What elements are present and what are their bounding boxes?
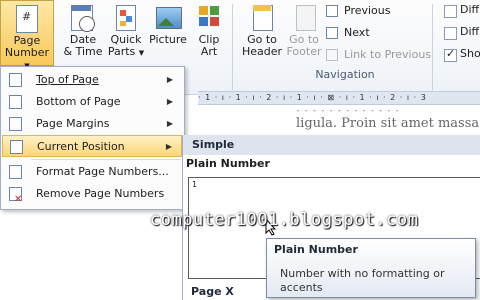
menu-item-label: Remove Page Numbers [36, 187, 165, 200]
previous-icon [326, 5, 338, 17]
show-document-text-checkbox[interactable]: ✓ [444, 47, 457, 62]
document-text: ligula. Proin sit amet massa at [296, 116, 480, 131]
clip-art-label-2: Art [200, 45, 218, 58]
go-to-footer-label-2: Footer [286, 45, 322, 58]
next-label: Next [344, 26, 370, 39]
dropdown-arrow-icon: ▼ [138, 49, 145, 57]
different-odd-even-checkbox[interactable] [444, 27, 457, 40]
red-x-icon: ✕ [14, 194, 23, 205]
group-separator [432, 4, 433, 90]
menu-item-top-of-page[interactable]: Top of Page ▶ [2, 69, 182, 91]
option-label: Diff [460, 25, 480, 38]
quick-parts-icon [112, 4, 140, 32]
clip-art-icon [195, 4, 223, 32]
check-mark-icon: ✓ [446, 47, 456, 60]
tooltip-title: Plain Number [274, 243, 358, 256]
page-bottom-icon [9, 95, 22, 109]
go-to-header-button[interactable]: Go to Header [240, 0, 284, 66]
go-to-header-label-2: Header [241, 45, 283, 58]
link-to-previous-label: Link to Previous [344, 48, 432, 61]
navigation-group-label: Navigation [315, 68, 375, 81]
date-time-label-2: & Time [63, 45, 103, 58]
page-number-button[interactable]: # Page Number ▼ [0, 0, 54, 70]
picture-icon [154, 4, 182, 32]
menu-item-page-margins[interactable]: Page Margins ▶ [2, 113, 182, 135]
horizontal-ruler[interactable]: · 1 · ı · 1 · ı · 2 · ı · 1 · ı · ⊠ · ı … [198, 91, 480, 105]
preview-page-number: 1 [192, 180, 198, 189]
watermark: computer1001.blogspot.com [150, 210, 419, 230]
option-label: Show [460, 47, 480, 60]
group-separator [232, 4, 233, 90]
menu-item-label: Page Margins [36, 117, 110, 130]
footer-icon [290, 4, 318, 32]
menu-item-bottom-of-page[interactable]: Bottom of Page ▶ [2, 91, 182, 113]
option-label: Diff [460, 3, 480, 16]
current-position-icon [10, 140, 23, 154]
menu-item-label: Current Position [37, 140, 125, 153]
menu-item-label: Top of Page [36, 73, 99, 86]
page-margins-icon [9, 117, 22, 131]
tooltip-text: Number with no formatting or [280, 267, 445, 280]
gallery-section-simple: Simple [183, 135, 480, 155]
previous-label: Previous [344, 4, 391, 17]
menu-item-label: Format Page Numbers... [36, 165, 169, 178]
submenu-arrow-icon: ▶ [165, 142, 172, 151]
tooltip-text-2: accents [280, 281, 323, 294]
tooltip: Plain Number Number with no formatting o… [266, 238, 476, 298]
submenu-arrow-icon: ▶ [166, 75, 173, 84]
menu-item-current-position[interactable]: Current Position ▶ [2, 135, 182, 157]
go-to-footer-button[interactable]: Go to Footer [284, 0, 324, 66]
menu-item-format-page-numbers[interactable]: Format Page Numbers... [2, 161, 182, 183]
menu-item-label: Bottom of Page [36, 95, 121, 108]
clip-art-button[interactable]: Clip Art [190, 0, 228, 66]
picture-button[interactable]: Picture [148, 0, 188, 66]
link-icon [326, 49, 338, 61]
menu-separator [31, 159, 181, 160]
page-number-icon: # [13, 5, 41, 33]
page-number-label-2: Number [4, 46, 50, 59]
different-first-page-checkbox[interactable] [444, 5, 457, 18]
date-time-button[interactable]: Date & Time [60, 0, 106, 66]
gallery-section-page-x: Page X [191, 285, 234, 298]
previous-button[interactable]: Previous [326, 3, 391, 19]
menu-item-remove-page-numbers[interactable]: ✕ Remove Page Numbers [2, 183, 182, 205]
picture-label: Picture [149, 33, 187, 46]
page-top-icon [9, 73, 22, 87]
next-icon [326, 27, 338, 39]
gallery-item-title: Plain Number [186, 157, 270, 170]
quick-parts-button[interactable]: Quick Parts ▼ [106, 0, 146, 66]
format-page-numbers-icon [9, 165, 22, 179]
next-button[interactable]: Next [326, 25, 370, 41]
quick-parts-label-2: Parts [107, 45, 136, 58]
link-to-previous-button[interactable]: Link to Previous [326, 47, 431, 63]
page-number-menu: Top of Page ▶ Bottom of Page ▶ Page Marg… [0, 66, 185, 210]
submenu-arrow-icon: ▶ [166, 119, 173, 128]
calendar-icon [69, 4, 97, 32]
header-icon [248, 4, 276, 32]
submenu-arrow-icon: ▶ [166, 97, 173, 106]
